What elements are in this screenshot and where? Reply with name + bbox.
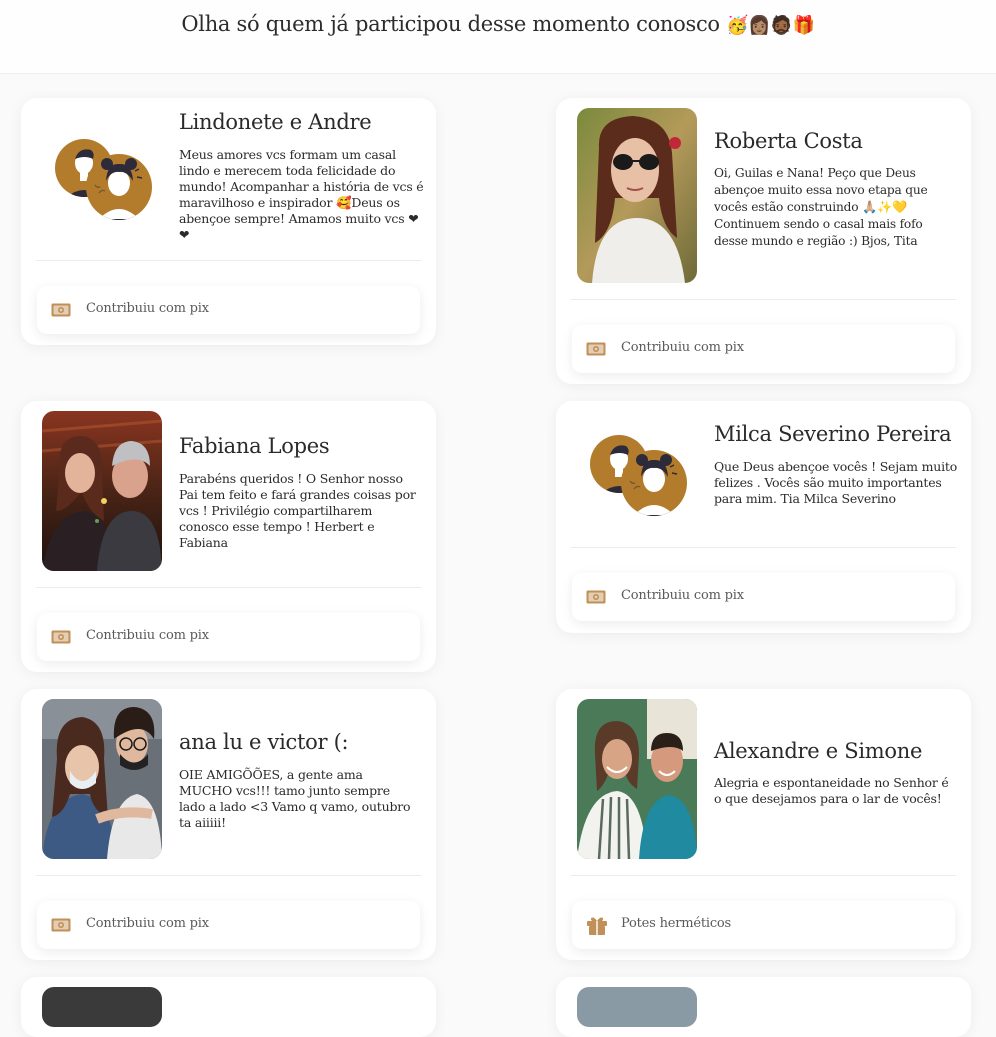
contribution-label: Contribuiu com pix	[86, 301, 209, 316]
contribution-row[interactable]: Contribuiu com pix	[37, 613, 420, 661]
page-title-emojis: 🥳👩🏽🧔🏾🎁	[726, 15, 815, 36]
card-message: Meus amores vcs formam um casal lindo e …	[179, 147, 424, 242]
message-card: Milca Severino Pereira Que Deus abençoe …	[556, 401, 971, 633]
user-photo	[577, 987, 697, 1027]
contribution-label: Potes herméticos	[621, 916, 732, 931]
card-message: OIE AMIGÕÕES, a gente ama MUCHO vcs!!! t…	[179, 767, 411, 830]
user-photo	[42, 699, 162, 859]
card-name: Lindonete e Andre	[179, 110, 372, 134]
page-title: Olha só quem já participou desse momento…	[0, 12, 996, 36]
page-title-text: Olha só quem já participou desse momento…	[181, 12, 720, 36]
card-divider	[571, 547, 956, 548]
card-name: Alexandre e Simone	[714, 739, 923, 763]
card-message: Que Deus abençoe vocês ! Sejam muito fel…	[714, 459, 958, 506]
contribution-row[interactable]: Potes herméticos	[572, 901, 955, 949]
gift-icon	[586, 914, 608, 936]
card-divider	[36, 587, 421, 588]
user-photo	[577, 699, 697, 859]
contribution-row[interactable]: Contribuiu com pix	[572, 325, 955, 373]
contribution-label: Contribuiu com pix	[621, 340, 744, 355]
contribution-label: Contribuiu com pix	[86, 628, 209, 643]
card-message: Parabéns queridos ! O Senhor nosso Pai t…	[179, 471, 416, 550]
message-card: Lindonete e Andre Meus amores vcs formam…	[21, 98, 436, 345]
money-bill-icon	[51, 630, 71, 644]
message-card: Fabiana Lopes Parabéns queridos ! O Senh…	[21, 401, 436, 672]
message-card: ana lu e victor (: OIE AMIGÕÕES, a gente…	[21, 689, 436, 960]
card-name: ana lu e victor (:	[179, 730, 349, 754]
message-card-partial	[556, 977, 971, 1037]
message-card: Roberta Costa Oi, Guilas e Nana! Peço qu…	[556, 98, 971, 384]
money-bill-icon	[51, 303, 71, 317]
contribution-row[interactable]: Contribuiu com pix	[572, 573, 955, 621]
money-bill-icon	[586, 342, 606, 356]
default-couple-avatar	[584, 431, 694, 521]
card-message: Oi, Guilas e Nana! Peço que Deus abençoe…	[714, 166, 928, 248]
card-name: Fabiana Lopes	[179, 434, 330, 458]
message-card-partial	[21, 977, 436, 1037]
contribution-row[interactable]: Contribuiu com pix	[37, 901, 420, 949]
user-photo	[577, 108, 697, 283]
card-divider	[571, 875, 956, 876]
card-name: Milca Severino Pereira	[714, 422, 952, 446]
contribution-row[interactable]: Contribuiu com pix	[37, 286, 420, 334]
card-divider	[571, 299, 956, 300]
page-header: Olha só quem já participou desse momento…	[0, 0, 996, 74]
contribution-label: Contribuiu com pix	[86, 916, 209, 931]
card-divider	[36, 875, 421, 876]
card-name: Roberta Costa	[714, 129, 863, 153]
card-divider	[36, 260, 421, 261]
money-bill-icon	[586, 590, 606, 604]
user-photo	[42, 411, 162, 571]
contribution-label: Contribuiu com pix	[621, 588, 744, 603]
user-photo	[42, 987, 162, 1027]
message-card: Alexandre e Simone Alegria e espontaneid…	[556, 689, 971, 960]
default-couple-avatar	[49, 135, 159, 225]
card-message: Alegria e espontaneidade no Senhor é o q…	[714, 775, 949, 806]
money-bill-icon	[51, 918, 71, 932]
